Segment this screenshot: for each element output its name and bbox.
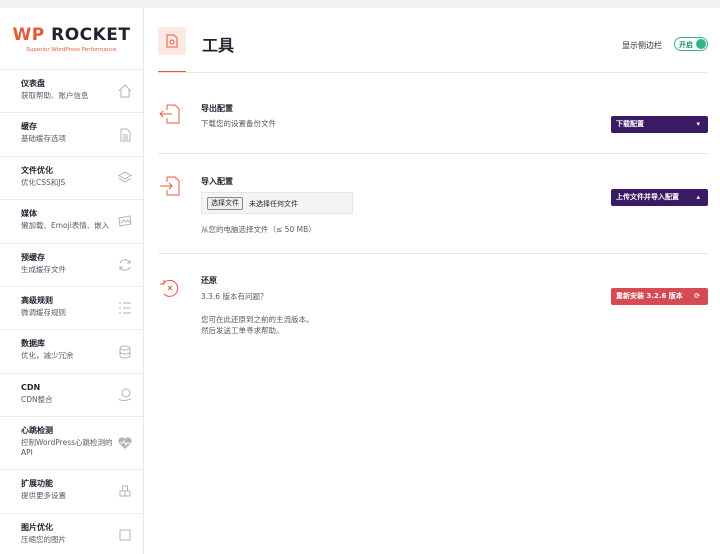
page-title: 工具 [202, 36, 235, 55]
logo-tagline: Superior WordPress Performance [26, 46, 117, 53]
compress-icon [117, 527, 133, 543]
rollback-desc-line1: 您可在此还原到之前的主流版本。 [201, 315, 314, 324]
sidebar-item-desc: 生成缓存文件 [21, 264, 66, 274]
file-input: 选择文件 未选择任何文件 [201, 192, 353, 214]
sidebar-item-desc: 获取帮助、账户信息 [21, 91, 89, 100]
sidebar-item-desc: 懒加载、Emoji表情、嵌入 [21, 221, 110, 231]
reinstall-version-button[interactable]: 重新安装 3.2.6 版本 ⟳ [611, 288, 708, 305]
toggle-state-label: 开启 [679, 41, 693, 49]
logo: WP ROCKET Superior WordPress Performance [0, 8, 143, 70]
export-section: 导出配置 下载您的设置备份文件 下载配置 ▾ [158, 96, 708, 154]
tools-icon [158, 27, 186, 55]
toggle-knob [696, 39, 706, 49]
cdn-icon [117, 387, 133, 403]
button-label: 上传文件并导入配置 [616, 193, 679, 201]
sidebar-item-cache[interactable]: 缓存 基础缓存选项 [0, 113, 143, 157]
sidebar-item-file-optimization[interactable]: 文件优化 优化CSS和JS [0, 157, 143, 201]
chevron-down-icon: ▾ [696, 120, 700, 128]
import-section: 导入配置 选择文件 未选择任何文件 从您的电脑选择文件（≤ 50 MB） 上传文… [158, 154, 708, 254]
page-header: 工具 显示侧边栏 开启 [144, 8, 720, 73]
choose-file-button[interactable]: 选择文件 [207, 197, 243, 210]
export-desc: 下载您的设置备份文件 [201, 119, 276, 128]
rollback-desc-line2: 然后发送工单寻求帮助。 [201, 326, 284, 335]
logo-wordmark: WP ROCKET [12, 24, 131, 45]
sidebar-item-advanced-rules[interactable]: 高级规则 微调缓存规则 [0, 287, 143, 331]
refresh-icon: ⟳ [694, 292, 700, 300]
sidebar-item-desc: 控制WordPress心跳检测的API [21, 438, 113, 458]
rollback-icon [158, 276, 182, 300]
import-hint: 从您的电脑选择文件（≤ 50 MB） [201, 225, 316, 234]
sidebar-item-desc: 压缩您的图片 [21, 534, 66, 544]
addons-icon [117, 483, 133, 499]
import-icon [158, 174, 182, 198]
sidebar-item-media[interactable]: 媒体 懒加载、Emoji表情、嵌入 [0, 200, 143, 244]
sidebar-item-desc: 微调缓存规则 [21, 307, 66, 317]
export-icon [158, 102, 182, 126]
sidebar-item-heartbeat[interactable]: 心跳检测 控制WordPress心跳检测的API [0, 417, 143, 471]
rollback-title: 还原 [201, 276, 217, 285]
heartbeat-icon [117, 435, 133, 451]
sidebar-item-database[interactable]: 数据库 优化，减少冗余 [0, 330, 143, 374]
sidebar-item-desc: 优化，减少冗余 [21, 351, 74, 361]
main-content: 工具 显示侧边栏 开启 导出配置 下载您的设置备份文件 下载配置 ▾ 导入配置 … [144, 8, 720, 554]
button-label: 下载配置 [616, 120, 644, 128]
header-divider [158, 72, 708, 73]
sidebar-toggle-label: 显示侧边栏 [622, 41, 662, 50]
rollback-question: 3.3.6 版本有问题？ [201, 292, 268, 301]
home-icon [117, 83, 133, 99]
sidebar-item-preload[interactable]: 预缓存 生成缓存文件 [0, 244, 143, 287]
sidebar-item-desc: CDN整合 [21, 394, 53, 404]
sidebar-item-desc: 提供更多设置 [21, 491, 66, 501]
file-icon [117, 127, 133, 143]
rollback-section: 还原 3.3.6 版本有问题？ 您可在此还原到之前的主流版本。 然后发送工单寻求… [158, 254, 708, 354]
layers-icon [117, 170, 133, 186]
image-icon [117, 213, 133, 229]
sidebar-item-cdn[interactable]: CDN CDN整合 [0, 374, 143, 418]
sidebar-item-addons[interactable]: 扩展功能 提供更多设置 [0, 470, 143, 514]
wp-rocket-app: WP ROCKET Superior WordPress Performance… [0, 0, 720, 554]
download-settings-button[interactable]: 下载配置 ▾ [611, 116, 708, 133]
list-icon [117, 300, 133, 316]
file-status: 未选择任何文件 [249, 200, 298, 208]
import-title: 导入配置 [201, 177, 233, 186]
sidebar-item-image-optimization[interactable]: 图片优化 压缩您的图片 [0, 514, 143, 554]
sidebar-item-desc: 基础缓存选项 [21, 134, 66, 144]
sidebar: WP ROCKET Superior WordPress Performance… [0, 8, 144, 554]
chevron-up-icon: ▴ [696, 193, 700, 201]
top-strip [0, 0, 720, 8]
sidebar-toggle[interactable]: 开启 [674, 37, 708, 51]
refresh-icon [117, 257, 133, 273]
sidebar-item-dashboard[interactable]: 仪表盘 获取帮助、账户信息 [0, 70, 143, 114]
upload-import-button[interactable]: 上传文件并导入配置 ▴ [611, 189, 708, 206]
sidebar-item-desc: 优化CSS和JS [21, 177, 66, 187]
button-label: 重新安装 3.2.6 版本 [616, 292, 683, 300]
database-icon [117, 344, 133, 360]
export-title: 导出配置 [201, 104, 233, 113]
